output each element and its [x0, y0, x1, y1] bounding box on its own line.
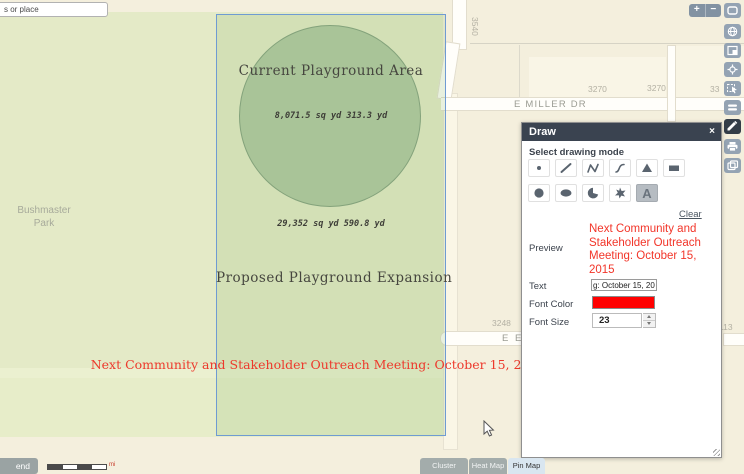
draw-mode-triangle-button[interactable]: [636, 159, 658, 177]
draw-panel-title[interactable]: Draw: [522, 123, 721, 141]
road-e-miller-dr: [441, 97, 744, 111]
close-icon[interactable]: ×: [709, 123, 715, 141]
parcel-number-label: 33: [710, 84, 719, 94]
map-application: Bushmaster Park 3540 3270 3270 33 3248 1…: [0, 0, 744, 474]
circle-title-text: Current Playground Area: [216, 63, 446, 79]
preview-label: Preview: [529, 243, 563, 254]
draw-mode-polyline-button[interactable]: [582, 159, 604, 177]
scale-unit-label: mi: [109, 462, 115, 468]
map-block-line: [519, 45, 520, 98]
draw-panel: Draw × Select drawing mode A Clear Previ…: [521, 122, 722, 458]
globe-icon[interactable]: [724, 24, 741, 39]
parcel-number-label: 3540: [470, 17, 480, 36]
font-color-swatch[interactable]: [592, 296, 655, 309]
zoom-in-button[interactable]: +: [689, 4, 706, 17]
zoom-out-button[interactable]: −: [706, 4, 722, 17]
parcel-number-label: 3248: [492, 318, 511, 328]
draw-mode-rectangle-button[interactable]: [663, 159, 685, 177]
stepper-down-icon[interactable]: [643, 321, 655, 328]
scale-bar: [47, 464, 107, 470]
rectangle-measurement-text: 29,352 sq yd 590.8 yd: [216, 219, 446, 229]
drawing-mode-row-2: A: [528, 184, 658, 202]
preview-text: Next Community and Stakeholder Outreach …: [589, 223, 701, 277]
drawing-mode-row-1: [528, 159, 685, 177]
draw-mode-ellipse-button[interactable]: [555, 184, 577, 202]
panel-resize-handle[interactable]: [713, 449, 720, 456]
draw-mode-circle-button[interactable]: [528, 184, 550, 202]
draw-mode-point-button[interactable]: [528, 159, 550, 177]
settings-icon[interactable]: [724, 62, 741, 77]
copy-icon[interactable]: [724, 158, 741, 173]
draw-icon[interactable]: [724, 119, 741, 134]
draw-mode-text-button[interactable]: A: [636, 184, 658, 202]
zoom-control: + −: [689, 4, 721, 17]
text-field-label: Text: [529, 281, 546, 292]
parcel-number-label: 3270: [588, 84, 607, 94]
tab-pin-map[interactable]: Pin Map: [508, 458, 545, 474]
tab-heat-map[interactable]: Heat Map: [469, 458, 507, 474]
draw-mode-freehand-button[interactable]: [609, 184, 631, 202]
map-block-line: [470, 43, 744, 44]
legend-button[interactable]: end: [0, 458, 38, 474]
font-size-stepper: [643, 313, 656, 328]
screenshot-icon[interactable]: [724, 43, 741, 58]
search-input[interactable]: s or place: [0, 2, 108, 17]
measure-icon[interactable]: [724, 100, 741, 115]
road-right-edge: [723, 333, 744, 346]
rectangle-title-text: Proposed Playground Expansion: [216, 270, 446, 286]
street-name-label: E MILLER DR: [514, 99, 587, 110]
text-field-input[interactable]: [591, 279, 657, 291]
drawing-mode-section-label: Select drawing mode: [529, 147, 624, 158]
draw-mode-line-button[interactable]: [555, 159, 577, 177]
print-icon[interactable]: [724, 139, 741, 154]
font-color-label: Font Color: [529, 299, 573, 310]
tab-cluster-marker[interactable]: Cluster Marker: [420, 458, 468, 474]
draw-mode-curve-button[interactable]: [609, 159, 631, 177]
circle-measurement-text: 8,071.5 sq yd 313.3 yd: [216, 111, 446, 121]
select-icon[interactable]: [724, 81, 741, 96]
basemap-icon[interactable]: [724, 3, 741, 18]
clear-link[interactable]: Clear: [679, 209, 702, 220]
font-size-input[interactable]: [592, 313, 642, 328]
road-east: [667, 45, 676, 122]
parcel-number-label: 3270: [647, 83, 666, 93]
park-name-label: Bushmaster Park: [8, 204, 80, 230]
mouse-cursor: [482, 420, 496, 443]
font-size-label: Font Size: [529, 317, 569, 328]
draw-mode-polygon-button[interactable]: [582, 184, 604, 202]
